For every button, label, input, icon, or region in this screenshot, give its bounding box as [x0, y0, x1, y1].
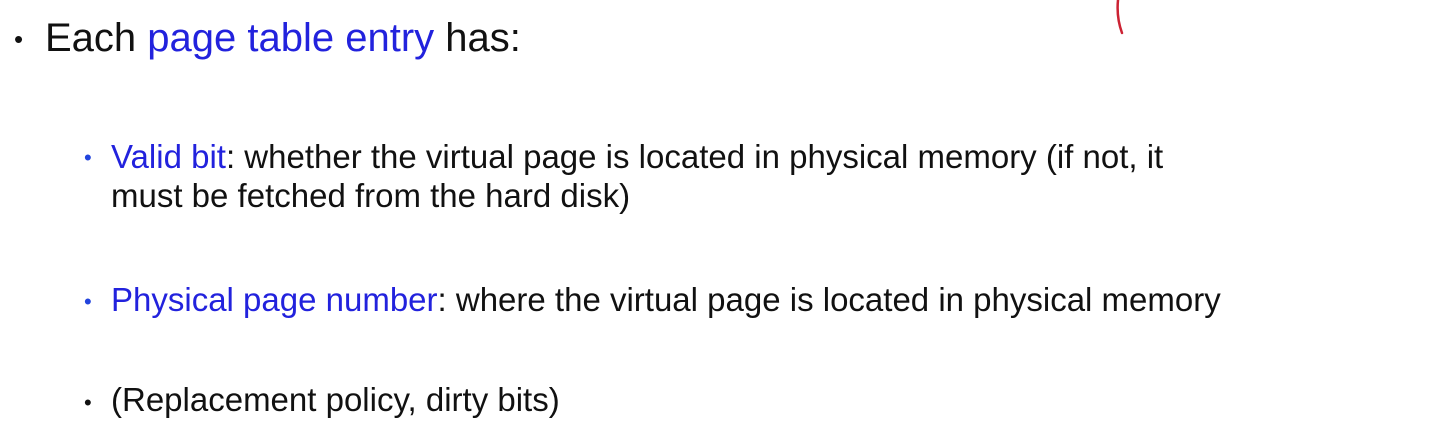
physical-page-number-desc: : where the virtual page is located in p… — [437, 281, 1221, 318]
slide: • Each page table entry has: • Valid bit… — [0, 0, 1451, 435]
physical-page-number-term: Physical page number — [111, 281, 438, 318]
sub-bullet-valid-bit-line1: Valid bit: whether the virtual page is l… — [111, 137, 1163, 177]
main-bullet-prefix: Each — [45, 16, 148, 60]
valid-bit-desc-1: : whether the virtual page is located in… — [225, 138, 1164, 175]
valid-bit-term: Valid bit — [111, 138, 226, 175]
main-bullet-suffix: has: — [434, 16, 521, 60]
main-bullet-highlight: page table entry — [147, 16, 435, 60]
main-bullet-dot: • — [14, 24, 24, 54]
sub-bullet-valid-bit-line2: must be fetched from the hard disk) — [111, 176, 630, 216]
sub-bullet-physical-page-number: Physical page number: where the virtual … — [111, 280, 1221, 320]
main-bullet-text: Each page table entry has: — [45, 12, 521, 64]
sub-bullet-dot-valid-bit: • — [84, 145, 92, 170]
pen-annotation-mark — [1116, 0, 1124, 35]
sub-bullet-dot-physical-page-number: • — [84, 289, 92, 314]
sub-bullet-dot-replacement: • — [84, 390, 92, 415]
valid-bit-desc-2: must be fetched from the hard disk) — [111, 177, 631, 214]
replacement-text: (Replacement policy, dirty bits) — [111, 381, 560, 418]
sub-bullet-replacement: (Replacement policy, dirty bits) — [111, 380, 560, 420]
